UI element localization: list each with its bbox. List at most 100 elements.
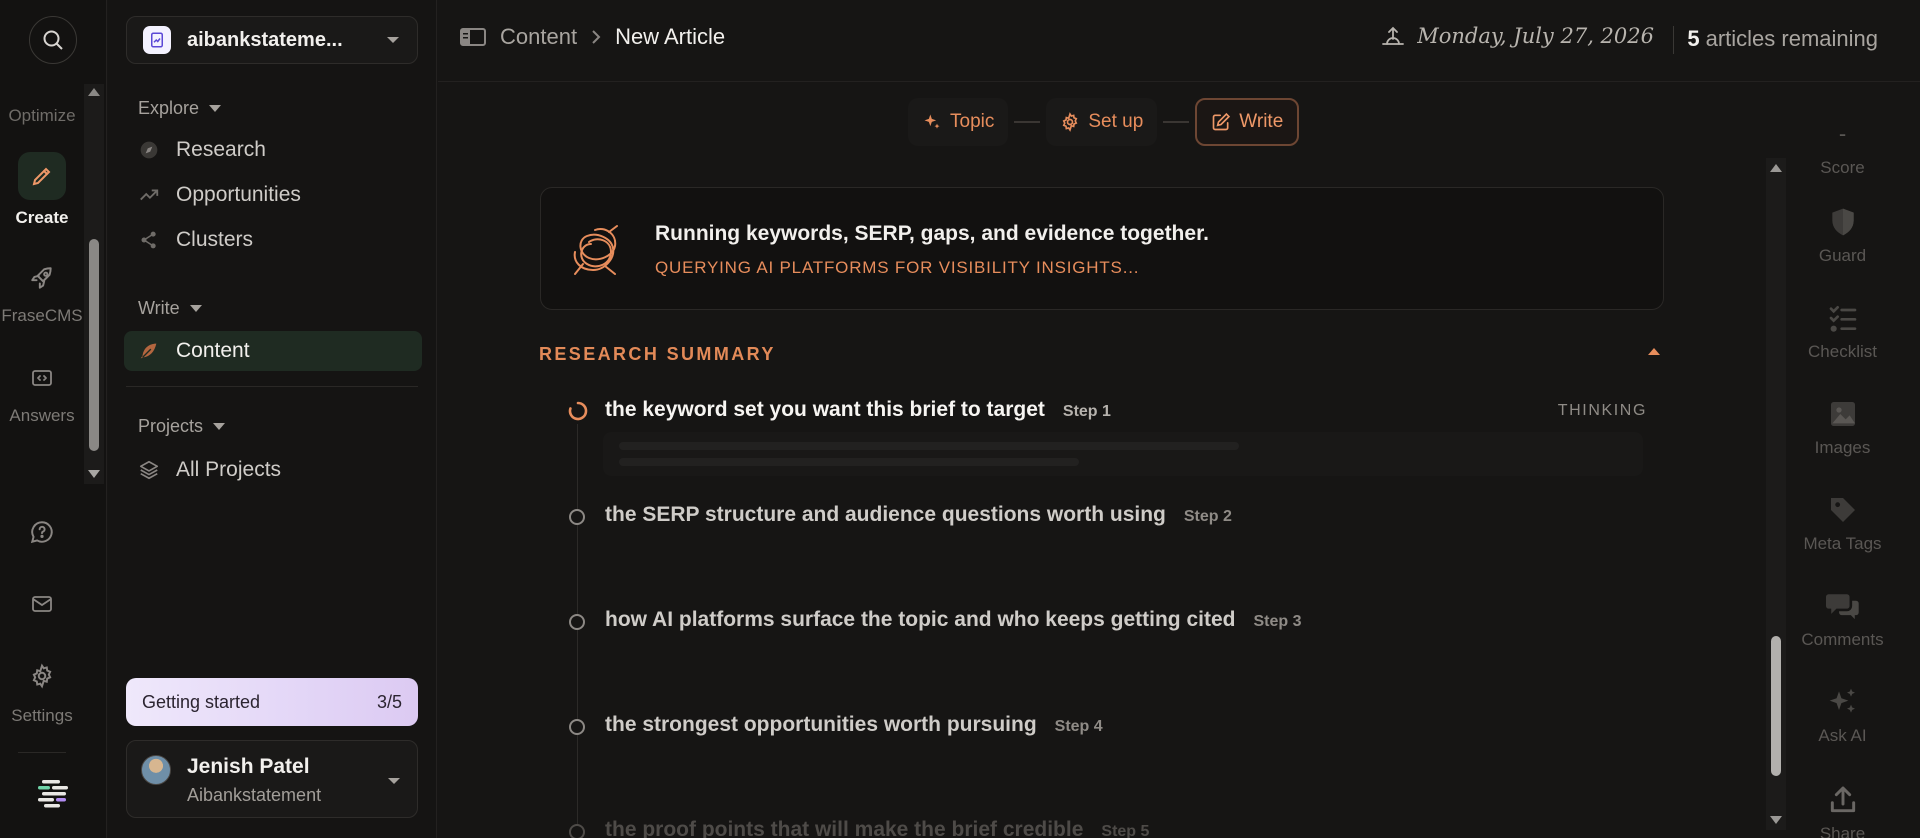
gear-icon	[1060, 112, 1080, 132]
step-number: Step 2	[1183, 508, 1232, 525]
header-divider	[1673, 26, 1674, 54]
scroll-down-arrow-icon[interactable]	[88, 470, 100, 478]
tool-ask-ai[interactable]: Ask AI	[1790, 684, 1895, 746]
research-step-2[interactable]: the SERP structure and audience question…	[567, 495, 1647, 535]
nav-item-research[interactable]: Research	[124, 130, 422, 170]
scribble-logo-icon	[565, 220, 629, 284]
rail-create-button[interactable]: Create	[0, 152, 84, 228]
trend-up-icon	[138, 184, 160, 206]
shield-icon	[1825, 204, 1861, 240]
step-text: the proof points that will make the brie…	[605, 818, 1084, 838]
rail-scrollbar[interactable]	[84, 84, 104, 484]
navigation-panel: aibankstateme... Explore Research Opport…	[108, 0, 437, 838]
user-menu[interactable]: Jenish Patel Aibankstatement	[126, 740, 418, 818]
caret-down-icon	[213, 423, 226, 430]
rail-label-optimize[interactable]: Optimize	[0, 106, 84, 126]
caret-down-icon	[189, 305, 202, 312]
tool-checklist[interactable]: Checklist	[1790, 300, 1895, 362]
tool-label: Score	[1820, 158, 1865, 177]
scrollbar-thumb[interactable]	[89, 239, 99, 451]
chevron-right-icon	[591, 29, 601, 45]
tool-label: Checklist	[1808, 342, 1877, 361]
frase-logo-icon[interactable]	[36, 774, 72, 810]
comments-icon	[1825, 588, 1861, 624]
help-button[interactable]	[0, 508, 84, 556]
step-connector	[1014, 121, 1041, 123]
nav-item-label: Content	[176, 339, 250, 362]
tools-panel: - Score Guard Checklist Images Meta Tags…	[1790, 82, 1920, 838]
scroll-up-arrow-icon[interactable]	[88, 88, 100, 96]
user-organization: Aibankstatement	[187, 785, 322, 805]
rocket-icon	[18, 254, 66, 302]
tool-images[interactable]: Images	[1790, 396, 1895, 458]
rail-answers-button[interactable]: Answers	[0, 354, 84, 426]
step-write[interactable]: Write	[1195, 98, 1300, 146]
research-step-text: the keyword set you want this brief to t…	[605, 398, 1111, 422]
tool-label: Share	[1819, 824, 1866, 838]
step-setup[interactable]: Set up	[1046, 98, 1158, 146]
compass-icon	[138, 139, 160, 161]
tool-label: Ask AI	[1818, 726, 1867, 745]
scroll-up-arrow-icon[interactable]	[1770, 164, 1782, 172]
avatar	[141, 755, 171, 785]
search-button[interactable]	[29, 16, 77, 64]
articles-remaining: 5 articles remaining	[1687, 26, 1878, 52]
getting-started-progress: 3/5	[376, 691, 402, 712]
tool-meta-tags[interactable]: Meta Tags	[1790, 492, 1895, 554]
image-icon	[1825, 396, 1861, 432]
step-label: Set up	[1088, 111, 1144, 132]
research-step-text: the proof points that will make the brie…	[605, 818, 1149, 838]
step-text: the SERP structure and audience question…	[605, 503, 1166, 526]
breadcrumb-current: New Article	[615, 24, 726, 49]
projects-section-toggle[interactable]: Projects	[138, 416, 226, 437]
step-label: Topic	[950, 111, 995, 132]
nav-item-opportunities[interactable]: Opportunities	[124, 175, 422, 215]
upload-sun-icon	[1381, 25, 1405, 47]
tool-score[interactable]: - Score	[1790, 116, 1895, 178]
tool-label: Images	[1814, 438, 1871, 457]
nav-item-clusters[interactable]: Clusters	[124, 220, 422, 260]
step-text: how AI platforms surface the topic and w…	[605, 608, 1236, 631]
research-step-5[interactable]: the proof points that will make the brie…	[567, 810, 1647, 838]
remaining-count: 5	[1687, 26, 1700, 51]
rail-frasecms-button[interactable]: FraseCMS	[0, 254, 84, 326]
scroll-down-arrow-icon[interactable]	[1770, 816, 1782, 824]
sparkles-icon	[1825, 684, 1861, 720]
nav-item-label: Clusters	[176, 228, 254, 251]
step-number: Step 5	[1101, 823, 1150, 838]
settings-button[interactable]: Settings	[0, 652, 84, 726]
publish-date[interactable]: Monday, July 27, 2026	[1381, 24, 1654, 48]
research-step-text: the SERP structure and audience question…	[605, 503, 1232, 527]
tool-guard[interactable]: Guard	[1790, 204, 1895, 266]
chevron-down-icon	[385, 35, 401, 45]
step-number: Step 1	[1062, 403, 1111, 420]
research-step-4[interactable]: the strongest opportunities worth pursui…	[567, 705, 1647, 745]
collapse-caret-up-icon[interactable]	[1648, 348, 1660, 355]
rail-label-settings: Settings	[11, 706, 73, 725]
workspace-switcher[interactable]: aibankstateme...	[126, 16, 418, 64]
main-scrollbar[interactable]	[1766, 158, 1786, 830]
tool-comments[interactable]: Comments	[1790, 588, 1895, 650]
write-section-toggle[interactable]: Write	[138, 298, 202, 319]
getting-started-button[interactable]: Getting started 3/5	[126, 678, 418, 726]
date-text: Monday, July 27, 2026	[1417, 24, 1654, 48]
scrollbar-thumb[interactable]	[1771, 636, 1781, 776]
step-topic[interactable]: Topic	[908, 98, 1009, 146]
breadcrumb-parent[interactable]: Content	[500, 24, 577, 50]
explore-section-toggle[interactable]: Explore	[138, 98, 222, 119]
sidebar-toggle-icon[interactable]	[460, 27, 486, 47]
thinking-status: THINKING	[1557, 402, 1647, 419]
nav-item-content[interactable]: Content	[124, 331, 422, 371]
write-heading: Write	[138, 298, 180, 318]
tool-label: Comments	[1801, 630, 1884, 649]
mail-icon	[18, 580, 66, 628]
remaining-label: articles remaining	[1705, 26, 1878, 51]
research-step-3[interactable]: how AI platforms surface the topic and w…	[567, 600, 1647, 640]
tool-share[interactable]: Share	[1790, 782, 1895, 838]
nav-item-all-projects[interactable]: All Projects	[124, 450, 422, 490]
checklist-icon	[1825, 300, 1861, 336]
research-status-card: Running keywords, SERP, gaps, and eviden…	[540, 187, 1664, 310]
research-step-1[interactable]: the keyword set you want this brief to t…	[567, 390, 1647, 430]
inbox-button[interactable]	[0, 580, 84, 628]
research-summary-heading: RESEARCH SUMMARY	[539, 344, 776, 364]
